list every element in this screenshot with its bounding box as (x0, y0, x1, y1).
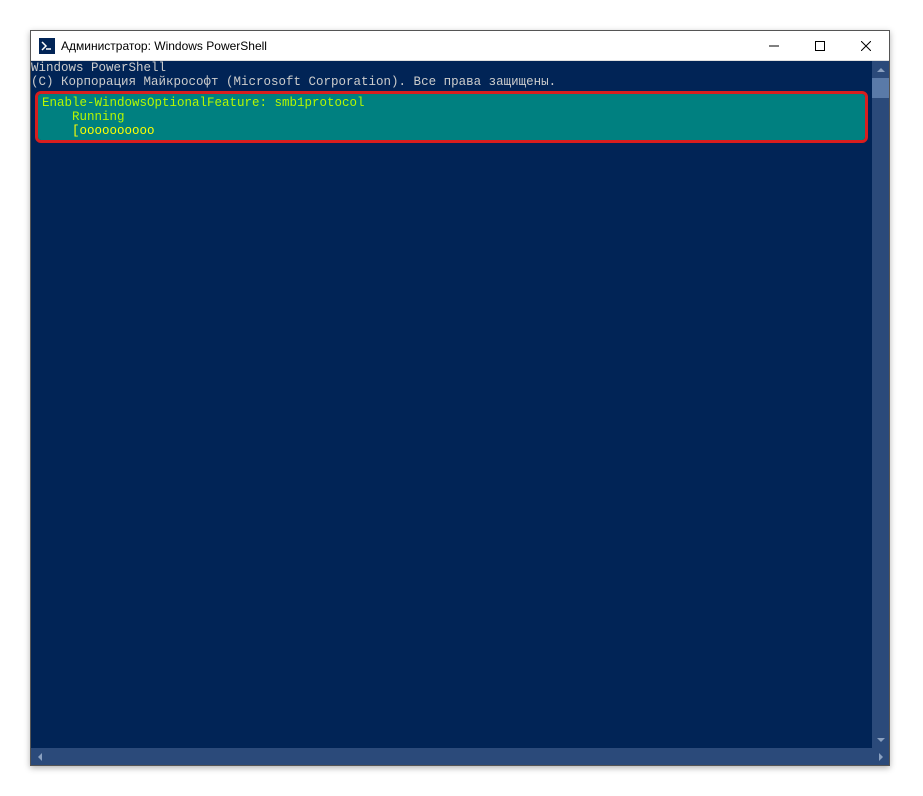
horizontal-scroll-track[interactable] (48, 748, 872, 765)
scroll-up-button[interactable] (872, 61, 889, 78)
console-content: Windows PowerShell (C) Корпорация Майкро… (31, 61, 872, 748)
chevron-right-icon (879, 753, 883, 761)
progress-bar-space (155, 124, 868, 138)
vertical-scrollbar[interactable] (872, 61, 889, 748)
progress-status: Running (42, 110, 861, 124)
progress-block: Enable-WindowsOptionalFeature: smb1proto… (38, 94, 865, 140)
vertical-scroll-thumb[interactable] (872, 78, 889, 98)
window-controls (751, 31, 889, 60)
scroll-right-button[interactable] (872, 748, 889, 765)
progress-title: Enable-WindowsOptionalFeature: smb1proto… (42, 96, 861, 110)
progress-bar: [oooooooooo ] (42, 124, 861, 138)
close-button[interactable] (843, 31, 889, 60)
powershell-window: Администратор: Windows PowerShell Window… (30, 30, 890, 766)
page-background: Администратор: Windows PowerShell Window… (0, 0, 923, 796)
chevron-down-icon (877, 738, 885, 742)
window-title: Администратор: Windows PowerShell (61, 39, 751, 53)
chevron-up-icon (877, 68, 885, 72)
console-line-header: Windows PowerShell (31, 61, 872, 75)
chevron-left-icon (38, 753, 42, 761)
progress-bar-open-bracket: [ (42, 124, 80, 138)
scroll-down-button[interactable] (872, 731, 889, 748)
horizontal-scrollbar[interactable] (31, 748, 889, 765)
scroll-left-button[interactable] (31, 748, 48, 765)
powershell-icon (39, 38, 55, 54)
vertical-scroll-track[interactable] (872, 78, 889, 731)
console-line-copyright: (C) Корпорация Майкрософт (Microsoft Cor… (31, 75, 872, 89)
maximize-button[interactable] (797, 31, 843, 60)
console-area[interactable]: Windows PowerShell (C) Корпорация Майкро… (31, 61, 889, 765)
progress-bar-fill: oooooooooo (80, 124, 155, 138)
progress-highlight-box: Enable-WindowsOptionalFeature: smb1proto… (35, 91, 868, 143)
titlebar[interactable]: Администратор: Windows PowerShell (31, 31, 889, 61)
minimize-button[interactable] (751, 31, 797, 60)
